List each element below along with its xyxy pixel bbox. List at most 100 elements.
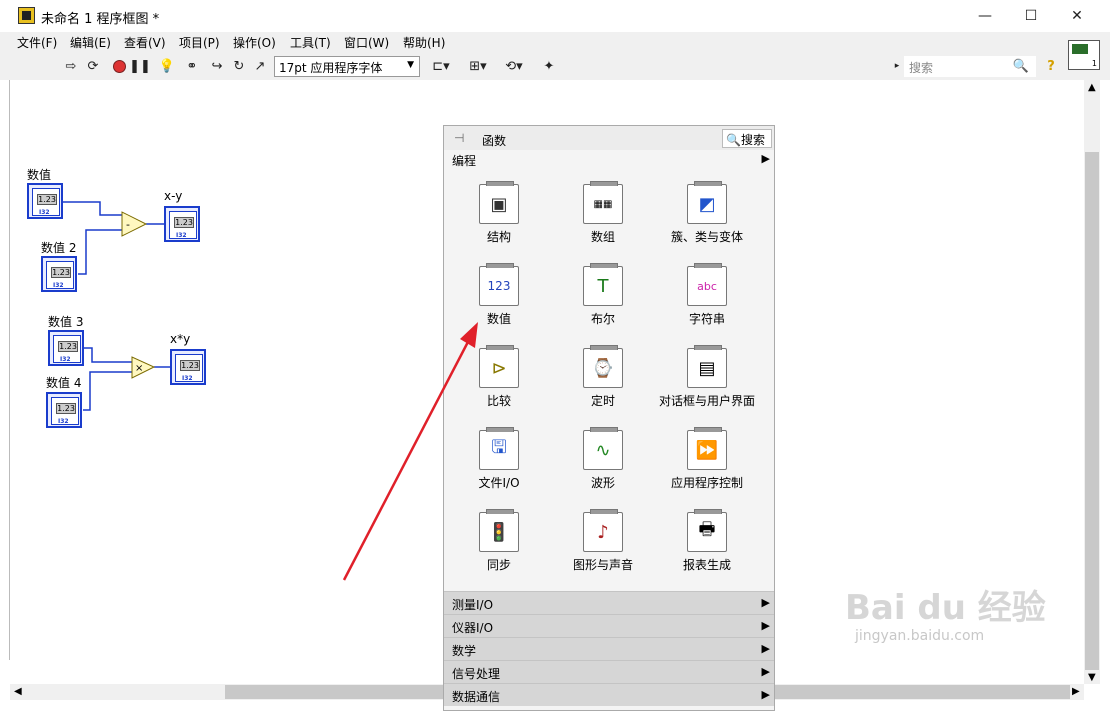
item-label: 数组 (590, 230, 615, 244)
palette-item-array[interactable]: ▦▦ 数组 (548, 181, 658, 245)
control-value: 1.23 (58, 341, 78, 352)
pin-icon[interactable]: ⊣ (454, 131, 464, 145)
palette-item-dialog[interactable]: ▤ 对话框与用户界面 (652, 345, 762, 409)
item-label: 波形 (590, 476, 615, 490)
scroll-up-icon[interactable]: ▲ (1088, 82, 1096, 93)
numeric-indicator[interactable]: 1.23 I32 (164, 206, 200, 242)
palette-search-label: 搜索 (740, 133, 765, 147)
numeric-control[interactable]: 1.23 I32 (46, 392, 82, 428)
app-control-icon: ⏩ (687, 427, 727, 470)
indicator-value: 1.23 (174, 217, 194, 228)
numeric-indicator[interactable]: 1.23 I32 (170, 349, 206, 385)
multiply-symbol: × (135, 363, 143, 374)
subcategory-signal-processing[interactable]: 信号处理 ▶ (444, 660, 774, 683)
type-tag: I32 (58, 418, 69, 425)
waveform-icon: ∿ (583, 427, 623, 470)
palette-item-report[interactable]: 🖶 报表生成 (652, 509, 762, 573)
wire[interactable] (78, 229, 122, 275)
vi-icon[interactable]: 1 (1068, 40, 1100, 70)
vertical-scroll-thumb[interactable] (1085, 152, 1099, 670)
maximize-button[interactable]: ☐ (1008, 0, 1054, 32)
indicator-label: x-y (164, 189, 183, 203)
palette-item-file-io[interactable]: 🖫 文件I/O (444, 427, 554, 491)
item-label: 数值 (486, 312, 511, 326)
item-label: 字符串 (688, 312, 725, 326)
cleanup-icon[interactable]: ✦ (538, 57, 560, 75)
vi-icon-number: 1 (1091, 59, 1097, 68)
item-label: 对话框与用户界面 (658, 394, 755, 408)
palette-item-waveform[interactable]: ∿ 波形 (548, 427, 658, 491)
item-label: 应用程序控制 (670, 476, 743, 490)
category-programming[interactable]: 编程 (452, 152, 476, 169)
subcategory-data-communication[interactable]: 数据通信 ▶ (444, 683, 774, 706)
palette-item-cluster[interactable]: ◩ 簇、类与变体 (652, 181, 762, 245)
control-value: 1.23 (51, 267, 71, 278)
palette-search-button[interactable]: 🔍搜索 (722, 129, 772, 148)
control-label: 数值 4 (46, 376, 82, 390)
wire[interactable] (84, 347, 132, 363)
scroll-down-icon[interactable]: ▼ (1088, 672, 1096, 683)
array-icon: ▦▦ (583, 181, 623, 224)
subcategory-label: 仪器I/O (452, 621, 494, 635)
palette-item-comparison[interactable]: ⊳ 比较 (444, 345, 554, 409)
graphics-sound-icon: ♪ (583, 509, 623, 552)
distribute-icon[interactable]: ⊞▾ (465, 57, 491, 75)
help-icon[interactable]: ? (1042, 57, 1060, 75)
numeric-control[interactable]: 1.23 I32 (27, 183, 63, 219)
search-expand-icon[interactable]: ▸ (892, 57, 902, 75)
watermark-url: jingyan.baidu.com (855, 628, 985, 644)
minimize-button[interactable]: — (962, 0, 1008, 32)
report-icon: 🖶 (687, 509, 727, 552)
item-label: 比较 (486, 394, 511, 408)
control-label: 数值 3 (48, 315, 84, 329)
item-label: 同步 (486, 558, 511, 572)
file-io-icon: 🖫 (479, 427, 519, 470)
expand-arrow-icon: ▶ (761, 596, 770, 609)
subcategory-label: 数学 (452, 644, 477, 658)
item-label: 报表生成 (682, 558, 731, 572)
subtract-symbol: - (126, 218, 130, 231)
subcategory-instrument-io[interactable]: 仪器I/O ▶ (444, 614, 774, 637)
item-label: 图形与声音 (572, 558, 633, 572)
watermark: Bai du 经验 jingyan.baidu.com (845, 588, 1075, 688)
close-button[interactable]: ✕ (1054, 0, 1100, 32)
type-tag: I32 (60, 356, 71, 363)
palette-item-timing[interactable]: ⌚ 定时 (548, 345, 658, 409)
palette-item-boolean[interactable]: T 布尔 (548, 263, 658, 327)
string-icon: abc (687, 263, 727, 306)
reorder-icon[interactable]: ⟲▾ (501, 57, 527, 75)
type-tag: I32 (176, 232, 187, 239)
search-icon[interactable]: 🔍 (1012, 57, 1030, 75)
item-label: 簇、类与变体 (670, 230, 743, 244)
control-value: 1.23 (56, 403, 76, 414)
item-label: 结构 (486, 230, 511, 244)
search-placeholder: 搜索 (909, 61, 934, 75)
wire[interactable] (63, 201, 122, 216)
numeric-control[interactable]: 1.23 I32 (41, 256, 77, 292)
subcategory-measurement-io[interactable]: 测量I/O ▶ (444, 591, 774, 614)
control-label: 数值 (27, 168, 52, 182)
structures-icon: ▣ (479, 181, 519, 224)
palette-header: ⊣ 函数 🔍搜索 (444, 126, 774, 150)
palette-item-graphics-sound[interactable]: ♪ 图形与声音 (548, 509, 658, 573)
palette-item-string[interactable]: abc 字符串 (652, 263, 762, 327)
palette-item-structures[interactable]: ▣ 结构 (444, 181, 554, 245)
expand-arrow-icon: ▶ (761, 619, 770, 632)
indicator-label: x*y (170, 332, 191, 346)
expand-arrow-icon: ▶ (761, 152, 770, 165)
palette-item-sync[interactable]: 🚦 同步 (444, 509, 554, 573)
palette-item-app-control[interactable]: ⏩ 应用程序控制 (652, 427, 762, 491)
comparison-icon: ⊳ (479, 345, 519, 388)
horizontal-scroll-thumb[interactable] (225, 685, 445, 699)
sync-icon: 🚦 (479, 509, 519, 552)
subcategory-label: 信号处理 (452, 667, 501, 681)
control-label: 数值 2 (41, 241, 77, 255)
subcategory-math[interactable]: 数学 ▶ (444, 637, 774, 660)
scroll-left-icon[interactable]: ◀ (14, 686, 22, 697)
expand-arrow-icon: ▶ (761, 665, 770, 678)
wire[interactable] (83, 371, 132, 411)
palette-item-numeric[interactable]: 123 数值 (444, 263, 554, 327)
numeric-control[interactable]: 1.23 I32 (48, 330, 84, 366)
cluster-icon: ◩ (687, 181, 727, 224)
type-tag: I32 (39, 209, 50, 216)
